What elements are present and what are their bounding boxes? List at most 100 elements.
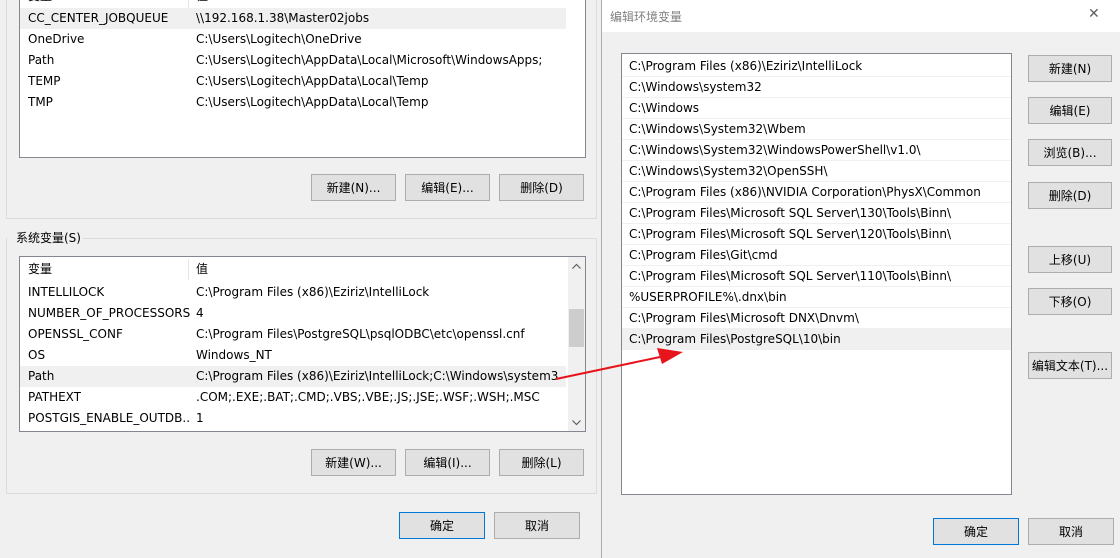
var-name: PATHEXT bbox=[28, 390, 82, 404]
user-edit-button[interactable]: 编辑(E)... bbox=[405, 174, 490, 201]
var-value: C:\Program Files\PostgreSQL\psqlODBC\etc… bbox=[196, 327, 525, 341]
path-entry-text: C:\Program Files\Microsoft SQL Server\12… bbox=[629, 227, 952, 241]
user-vars-list[interactable]: 变量 值 CC_CENTER_JOBQUEUE \\192.168.1.38\M… bbox=[19, 0, 586, 158]
path-entry[interactable]: C:\Program Files\Microsoft DNX\Dnvm\ bbox=[622, 308, 1011, 329]
edit-text-button[interactable]: 编辑文本(T)... bbox=[1028, 352, 1112, 379]
path-entry-text: C:\Windows\System32\Wbem bbox=[629, 122, 806, 136]
var-value: C:\Users\Logitech\AppData\Local\Temp bbox=[196, 74, 429, 88]
var-name: POSTGIS_ENABLE_OUTDB... bbox=[28, 411, 190, 425]
path-entries-list[interactable]: C:\Program Files (x86)\Eziriz\IntelliLoc… bbox=[621, 53, 1012, 495]
system-new-button[interactable]: 新建(W)... bbox=[311, 449, 396, 476]
path-entry[interactable]: C:\Program Files\Microsoft SQL Server\11… bbox=[622, 266, 1011, 287]
var-value: \\192.168.1.38\Master02jobs bbox=[196, 11, 370, 25]
column-divider bbox=[188, 0, 189, 8]
scroll-up-arrow-icon[interactable] bbox=[568, 257, 585, 274]
user-new-button[interactable]: 新建(N)... bbox=[311, 174, 396, 201]
table-row[interactable]: PATHEXT .COM;.EXE;.BAT;.CMD;.VBS;.VBE;.J… bbox=[20, 387, 566, 408]
list-item[interactable]: Path C:\Users\Logitech\AppData\Local\Mic… bbox=[20, 50, 566, 71]
column-divider bbox=[188, 259, 189, 280]
var-value: C:\Users\Logitech\OneDrive bbox=[196, 32, 362, 46]
list-item[interactable]: TMP C:\Users\Logitech\AppData\Local\Temp bbox=[20, 92, 566, 113]
var-name: Path bbox=[28, 369, 55, 383]
system-edit-button[interactable]: 编辑(I)... bbox=[405, 449, 490, 476]
var-name: OS bbox=[28, 348, 46, 362]
path-entry-text: C:\Program Files\Git\cmd bbox=[629, 248, 778, 262]
user-vars-group-left-border bbox=[6, 0, 7, 218]
delete-entry-button[interactable]: 删除(D) bbox=[1028, 182, 1112, 209]
var-value: C:\Program Files (x86)\Eziriz\IntelliLoc… bbox=[196, 285, 430, 299]
list-item[interactable]: OneDrive C:\Users\Logitech\OneDrive bbox=[20, 29, 566, 50]
row-separator bbox=[622, 349, 1011, 350]
cancel-button[interactable]: 取消 bbox=[494, 512, 580, 539]
user-delete-button[interactable]: 删除(D) bbox=[499, 174, 584, 201]
env-vars-dialog: 变量 值 CC_CENTER_JOBQUEUE \\192.168.1.38\M… bbox=[0, 0, 600, 558]
move-down-button[interactable]: 下移(O) bbox=[1028, 288, 1112, 315]
system-vars-group-top-border bbox=[82, 238, 597, 239]
path-entry[interactable]: C:\Program Files (x86)\NVIDIA Corporatio… bbox=[622, 182, 1011, 203]
path-entry-text: C:\Program Files (x86)\Eziriz\IntelliLoc… bbox=[629, 59, 863, 73]
path-entry[interactable]: C:\Program Files\Microsoft SQL Server\12… bbox=[622, 224, 1011, 245]
user-vars-col-name-header[interactable]: 变量 bbox=[28, 0, 52, 4]
table-row-selected[interactable]: Path C:\Program Files (x86)\Eziriz\Intel… bbox=[20, 366, 566, 387]
path-entry[interactable]: C:\Windows\System32\OpenSSH\ bbox=[622, 161, 1011, 182]
path-entry[interactable]: C:\Program Files (x86)\Eziriz\IntelliLoc… bbox=[622, 56, 1011, 77]
dialog-ok-button[interactable]: 确定 bbox=[933, 518, 1019, 545]
var-name: INTELLILOCK bbox=[28, 285, 105, 299]
path-entry[interactable]: C:\Program Files\Microsoft SQL Server\13… bbox=[622, 203, 1011, 224]
move-up-button[interactable]: 上移(U) bbox=[1028, 246, 1112, 273]
edit-entry-button[interactable]: 编辑(E) bbox=[1028, 97, 1112, 124]
edit-env-var-dialog: 编辑环境变量 ✕ C:\Program Files (x86)\Eziriz\I… bbox=[601, 0, 1120, 558]
path-entry-text: C:\Program Files\Microsoft SQL Server\11… bbox=[629, 269, 952, 283]
list-header: 变量 值 bbox=[20, 259, 566, 280]
path-entry-text: C:\Windows\system32 bbox=[629, 80, 762, 94]
list-item[interactable]: TEMP C:\Users\Logitech\AppData\Local\Tem… bbox=[20, 71, 566, 92]
path-entry[interactable]: C:\Windows bbox=[622, 98, 1011, 119]
list-item[interactable]: CC_CENTER_JOBQUEUE \\192.168.1.38\Master… bbox=[20, 8, 566, 29]
scroll-down-arrow-icon[interactable] bbox=[568, 414, 585, 431]
system-vars-group-bottom-border bbox=[6, 493, 597, 494]
var-name: NUMBER_OF_PROCESSORS bbox=[28, 306, 191, 320]
var-name: CC_CENTER_JOBQUEUE bbox=[28, 11, 169, 25]
var-value: C:\Program Files (x86)\Eziriz\IntelliLoc… bbox=[196, 369, 558, 383]
path-entry-text: C:\Program Files\Microsoft SQL Server\13… bbox=[629, 206, 952, 220]
path-entry-text: C:\Program Files\PostgreSQL\10\bin bbox=[629, 332, 841, 346]
system-vars-group-right-border bbox=[596, 238, 597, 493]
table-row[interactable]: NUMBER_OF_PROCESSORS 4 bbox=[20, 303, 566, 324]
path-entry[interactable]: C:\Windows\system32 bbox=[622, 77, 1011, 98]
path-entry[interactable]: %USERPROFILE%\.dnx\bin bbox=[622, 287, 1011, 308]
close-icon[interactable]: ✕ bbox=[1088, 6, 1100, 22]
path-entry-text: C:\Windows\System32\WindowsPowerShell\v1… bbox=[629, 143, 921, 157]
system-vars-list[interactable]: 变量 值 INTELLILOCK C:\Program Files (x86)\… bbox=[19, 256, 586, 432]
table-row[interactable]: POSTGIS_ENABLE_OUTDB... 1 bbox=[20, 408, 566, 429]
var-name: OneDrive bbox=[28, 32, 85, 46]
ok-button[interactable]: 确定 bbox=[399, 512, 485, 539]
table-row[interactable]: OPENSSL_CONF C:\Program Files\PostgreSQL… bbox=[20, 324, 566, 345]
dialog-title-bar[interactable]: 编辑环境变量 ✕ bbox=[602, 0, 1120, 32]
path-entry[interactable]: C:\Program Files\Git\cmd bbox=[622, 245, 1011, 266]
dialog-title: 编辑环境变量 bbox=[610, 10, 683, 24]
path-entry-text: C:\Windows\System32\OpenSSH\ bbox=[629, 164, 828, 178]
table-row[interactable]: INTELLILOCK C:\Program Files (x86)\Eziri… bbox=[20, 282, 566, 303]
system-vars-col-value-header[interactable]: 值 bbox=[196, 259, 208, 280]
table-row[interactable]: OS Windows_NT bbox=[20, 345, 566, 366]
user-vars-group-bottom-border bbox=[6, 218, 597, 219]
path-entry[interactable]: C:\Windows\System32\Wbem bbox=[622, 119, 1011, 140]
user-vars-group-right-border bbox=[596, 0, 597, 218]
path-entry[interactable]: C:\Program Files\PostgreSQL\10\bin bbox=[622, 329, 1011, 350]
browse-button[interactable]: 浏览(B)... bbox=[1028, 139, 1112, 166]
system-vars-col-name-header[interactable]: 变量 bbox=[28, 259, 52, 280]
var-value: C:\Users\Logitech\AppData\Local\Microsof… bbox=[196, 53, 543, 67]
system-vars-scrollbar[interactable] bbox=[568, 257, 585, 431]
new-entry-button[interactable]: 新建(N) bbox=[1028, 55, 1112, 82]
scroll-thumb[interactable] bbox=[569, 309, 584, 347]
var-name: TMP bbox=[28, 95, 53, 109]
var-name: OPENSSL_CONF bbox=[28, 327, 123, 341]
path-entry-text: C:\Windows bbox=[629, 101, 700, 115]
path-entry[interactable]: C:\Windows\System32\WindowsPowerShell\v1… bbox=[622, 140, 1011, 161]
dialog-cancel-button[interactable]: 取消 bbox=[1028, 518, 1114, 545]
system-delete-button[interactable]: 删除(L) bbox=[499, 449, 584, 476]
user-vars-col-value-header[interactable]: 值 bbox=[196, 0, 208, 4]
var-value: 4 bbox=[196, 306, 204, 320]
var-value: C:\Users\Logitech\AppData\Local\Temp bbox=[196, 95, 429, 109]
system-vars-group-title: 系统变量(S) bbox=[14, 230, 83, 246]
